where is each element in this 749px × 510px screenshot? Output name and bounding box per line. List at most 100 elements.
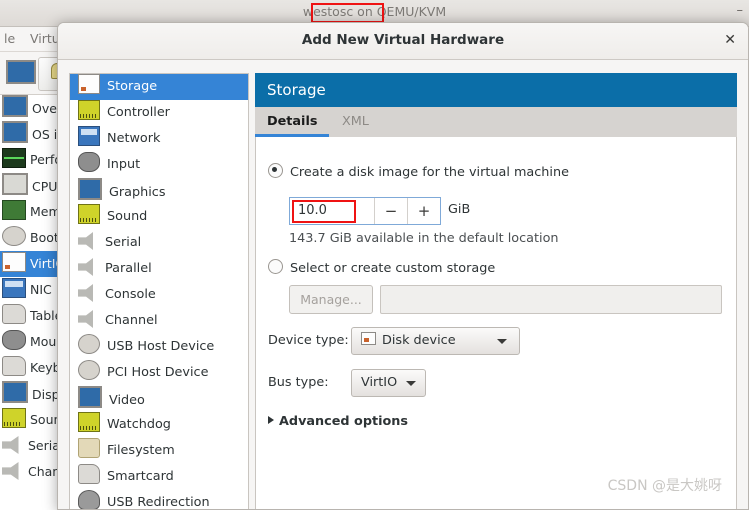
tab-bar: Details XML — [255, 107, 737, 138]
advanced-options-toggle[interactable]: Advanced options — [268, 414, 408, 429]
tab-xml[interactable]: XML — [330, 107, 381, 137]
sidebar-item-pci-host-device[interactable]: PCI Host Device — [70, 360, 248, 386]
sidebar-item-watchdog[interactable]: Watchdog — [70, 412, 248, 438]
bg-hardware-label: Boot — [30, 230, 59, 245]
sidebar-item-label: Controller — [107, 105, 170, 120]
memory-icon — [2, 200, 26, 220]
disk-size-unit-label: GiB — [448, 202, 471, 217]
available-space-label: 143.7 GiB available in the default locat… — [289, 231, 559, 246]
sidebar-item-label: PCI Host Device — [107, 365, 209, 380]
disk-size-spinbox[interactable]: 10.0 − + — [289, 197, 441, 225]
folder-icon — [78, 438, 100, 458]
create-disk-radio-row[interactable]: Create a disk image for the virtual mach… — [268, 163, 569, 180]
sidebar-item-label: Network — [107, 131, 161, 146]
serial-icon — [2, 436, 19, 454]
hardware-type-sidebar[interactable]: Storage Controller Network Input Graphics Sou… — [69, 73, 249, 509]
storage-path-field[interactable] — [380, 285, 722, 314]
sidebar-item-label: Smartcard — [107, 469, 174, 484]
sidebar-item-label: Filesystem — [107, 443, 175, 458]
sidebar-item-label: Parallel — [105, 261, 152, 276]
custom-storage-radio-row[interactable]: Select or create custom storage — [268, 259, 495, 276]
smartcard-icon — [78, 464, 100, 484]
sidebar-item-video[interactable]: Video — [70, 386, 248, 412]
serial-icon — [78, 232, 93, 250]
chevron-right-icon — [268, 416, 274, 424]
monitor-icon — [2, 95, 28, 117]
disk-size-increment-button[interactable]: + — [407, 198, 440, 224]
console-icon — [78, 284, 93, 302]
menu-virtual-machine[interactable]: Virtu — [30, 31, 60, 46]
sound-card-icon — [2, 408, 26, 428]
sidebar-item-label: Storage — [107, 79, 158, 94]
custom-storage-radio[interactable] — [268, 259, 283, 274]
device-type-label: Device type: — [268, 333, 349, 348]
network-icon — [78, 126, 100, 146]
menu-file[interactable]: le — [4, 31, 15, 46]
performance-icon — [2, 148, 26, 168]
sidebar-item-label: USB Redirection — [107, 495, 210, 509]
device-type-value: Disk device — [382, 333, 456, 348]
sidebar-item-usb-redirection[interactable]: USB Redirection — [70, 490, 248, 509]
parallel-icon — [78, 258, 93, 276]
sidebar-item-serial[interactable]: Serial — [70, 230, 248, 256]
title-annotation-box — [311, 3, 384, 23]
sidebar-item-filesystem[interactable]: Filesystem — [70, 438, 248, 464]
disk-size-decrement-button[interactable]: − — [374, 198, 407, 224]
sidebar-item-label: Watchdog — [107, 417, 171, 432]
device-type-combo[interactable]: Disk device — [351, 327, 520, 355]
sidebar-item-storage[interactable]: Storage — [70, 74, 248, 100]
create-disk-label: Create a disk image for the virtual mach… — [290, 165, 569, 180]
sidebar-item-graphics[interactable]: Graphics — [70, 178, 248, 204]
sidebar-item-controller[interactable]: Controller — [70, 100, 248, 126]
sidebar-item-label: Input — [107, 157, 141, 172]
watermark: CSDN @是大姚呀 — [607, 478, 722, 494]
sidebar-item-usb-host-device[interactable]: USB Host Device — [70, 334, 248, 360]
dialog-body: Storage Controller Network Input Graphics Sou… — [58, 60, 748, 509]
monitor-icon — [2, 381, 28, 403]
disk-icon — [2, 252, 26, 272]
sidebar-item-console[interactable]: Console — [70, 282, 248, 308]
sidebar-item-label: Sound — [107, 209, 148, 224]
sidebar-item-parallel[interactable]: Parallel — [70, 256, 248, 282]
create-disk-radio[interactable] — [268, 163, 283, 178]
chevron-down-icon — [497, 339, 507, 344]
sidebar-item-network[interactable]: Network — [70, 126, 248, 152]
channel-icon — [78, 310, 93, 328]
pci-host-icon — [78, 360, 100, 380]
pane-banner: Storage — [255, 73, 737, 107]
gear-icon — [2, 226, 26, 246]
disk-size-input[interactable]: 10.0 — [290, 198, 374, 224]
sidebar-item-channel[interactable]: Channel — [70, 308, 248, 334]
tablet-icon — [2, 304, 26, 324]
bg-hardware-label: OS i — [32, 127, 58, 142]
advanced-options-label: Advanced options — [279, 414, 409, 429]
sidebar-item-sound[interactable]: Sound — [70, 204, 248, 230]
mouse-icon — [2, 330, 26, 350]
manage-button[interactable]: Manage... — [289, 285, 373, 314]
console-view-icon[interactable] — [6, 60, 36, 84]
network-icon — [2, 278, 26, 298]
tab-details[interactable]: Details — [255, 107, 330, 137]
sidebar-item-label: Graphics — [109, 185, 166, 200]
sidebar-item-label: Serial — [105, 235, 142, 250]
sidebar-item-smartcard[interactable]: Smartcard — [70, 464, 248, 490]
disk-icon — [361, 332, 376, 345]
minimize-button[interactable]: – — [737, 4, 744, 17]
channel-icon — [2, 462, 19, 480]
details-tab-content: Create a disk image for the virtual mach… — [255, 137, 737, 509]
usb-host-icon — [78, 334, 100, 354]
bg-hardware-label: NIC : — [30, 282, 60, 297]
monitor-icon — [78, 386, 102, 408]
sidebar-item-label: Video — [109, 393, 145, 408]
sidebar-item-input[interactable]: Input — [70, 152, 248, 178]
watchdog-icon — [78, 412, 100, 432]
disk-icon — [78, 74, 100, 94]
bg-hardware-label: Chan — [28, 464, 61, 479]
custom-storage-label: Select or create custom storage — [290, 261, 496, 276]
sound-card-icon — [78, 204, 100, 224]
close-icon[interactable]: ✕ — [724, 32, 736, 48]
bus-type-combo[interactable]: VirtIO — [351, 369, 426, 397]
keyboard-icon — [2, 356, 26, 376]
dialog-title: Add New Virtual Hardware — [301, 32, 505, 48]
cpu-icon — [2, 173, 28, 195]
